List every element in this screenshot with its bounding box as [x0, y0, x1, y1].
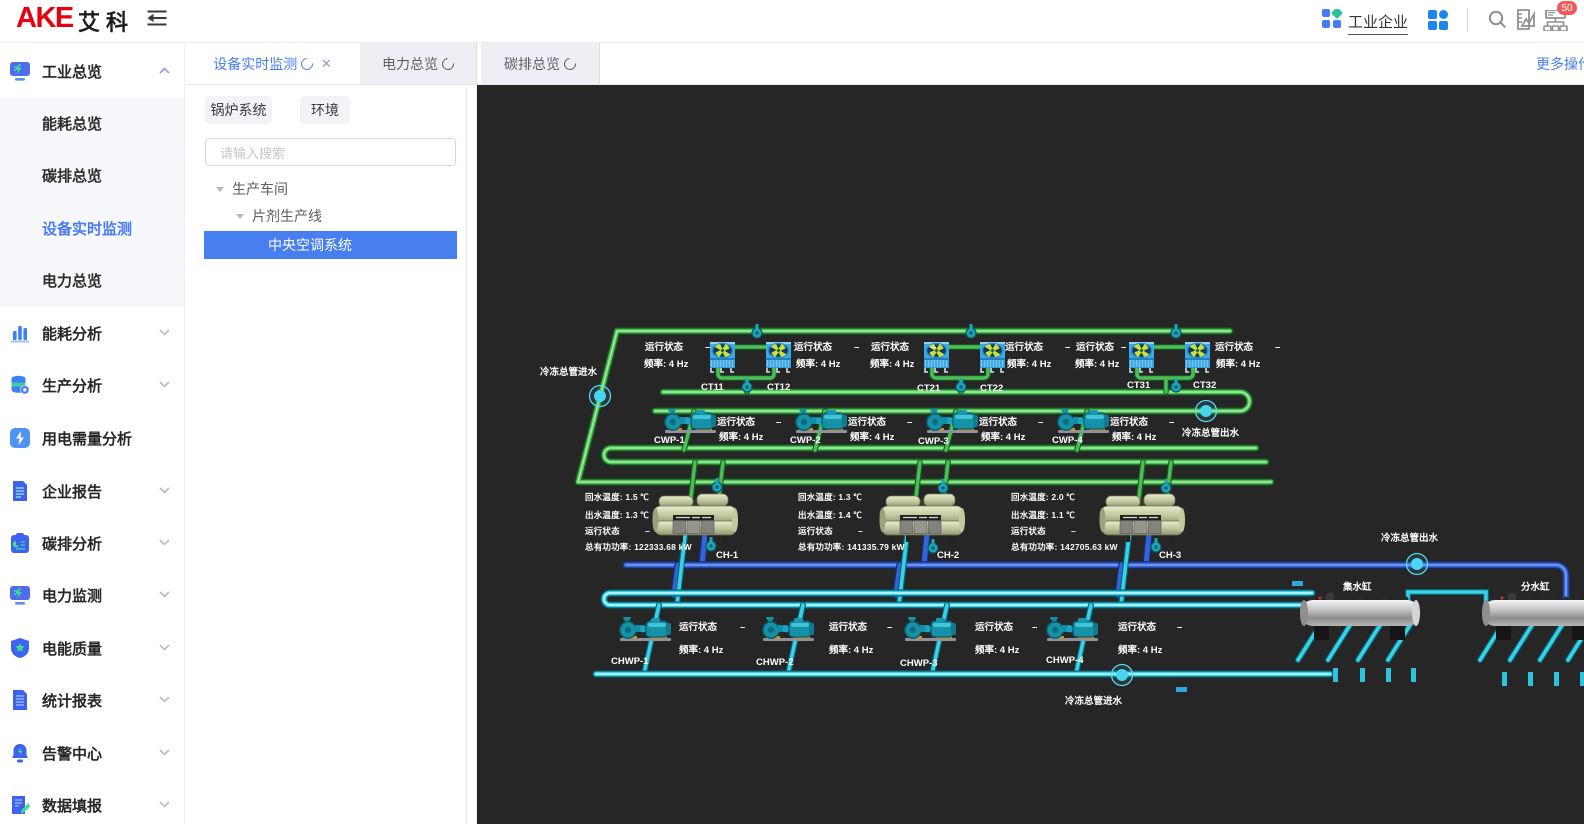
svg-text:运行状态: 运行状态 [1215, 341, 1254, 353]
svg-text:频率: 4 Hz: 频率: 4 Hz [1075, 358, 1120, 370]
svg-text:–: – [858, 526, 863, 536]
svg-text:冷冻总管进水: 冷冻总管进水 [1065, 695, 1123, 707]
svg-text:CHWP-2: CHWP-2 [756, 657, 793, 668]
svg-text:运行状态: 运行状态 [1011, 526, 1046, 536]
svg-text:频率: 4 Hz: 频率: 4 Hz [644, 358, 689, 370]
svg-text:运行状态: 运行状态 [1118, 621, 1157, 633]
svg-text:运行状态: 运行状态 [645, 341, 684, 353]
svg-text:–: – [907, 417, 912, 428]
svg-text:集水缸: 集水缸 [1342, 581, 1372, 593]
svg-text:运行状态: 运行状态 [1005, 341, 1044, 353]
svg-text:CH-3: CH-3 [1159, 550, 1181, 561]
svg-text:频率: 4 Hz: 频率: 4 Hz [719, 431, 764, 443]
svg-text:运行状态: 运行状态 [871, 341, 910, 353]
svg-text:回水温度: 1.3 ℃: 回水温度: 1.3 ℃ [798, 492, 862, 502]
svg-text:冷冻总管进水: 冷冻总管进水 [540, 366, 598, 378]
svg-text:频率: 4 Hz: 频率: 4 Hz [796, 358, 841, 370]
svg-text:CWP-2: CWP-2 [790, 435, 821, 446]
svg-text:–: – [1177, 622, 1182, 633]
svg-text:运行状态: 运行状态 [848, 416, 887, 428]
svg-text:CT12: CT12 [767, 382, 790, 393]
svg-text:运行状态: 运行状态 [1076, 341, 1115, 353]
svg-text:–: – [854, 342, 859, 353]
svg-text:冷冻总管出水: 冷冻总管出水 [1182, 427, 1240, 439]
svg-text:运行状态: 运行状态 [979, 416, 1018, 428]
svg-text:–: – [1065, 342, 1070, 353]
svg-text:CHWP-1: CHWP-1 [611, 656, 649, 667]
svg-text:回水温度: 2.0 ℃: 回水温度: 2.0 ℃ [1011, 492, 1075, 502]
svg-text:冷冻总管出水: 冷冻总管出水 [1381, 532, 1439, 544]
svg-text:出水温度: 1.3 ℃: 出水温度: 1.3 ℃ [585, 510, 649, 520]
svg-text:运行状态: 运行状态 [975, 621, 1014, 633]
svg-text:运行状态: 运行状态 [585, 526, 620, 536]
svg-text:运行状态: 运行状态 [1110, 416, 1149, 428]
svg-text:–: – [776, 417, 781, 428]
svg-text:频率: 4 Hz: 频率: 4 Hz [981, 431, 1026, 443]
svg-text:CT21: CT21 [917, 383, 941, 394]
svg-text:–: – [1121, 342, 1126, 353]
svg-text:CHWP-3: CHWP-3 [900, 658, 937, 669]
svg-text:–: – [1032, 622, 1037, 633]
svg-text:CT32: CT32 [1193, 380, 1216, 391]
svg-text:频率: 4 Hz: 频率: 4 Hz [1112, 431, 1157, 443]
svg-text:CWP-4: CWP-4 [1052, 435, 1083, 446]
svg-text:–: – [1038, 417, 1043, 428]
svg-text:–: – [705, 342, 710, 353]
svg-text:CH-2: CH-2 [937, 550, 959, 561]
svg-text:–: – [740, 622, 745, 633]
svg-text:CHWP-4: CHWP-4 [1046, 655, 1084, 666]
svg-text:运行状态: 运行状态 [798, 526, 833, 536]
svg-text:CWP-1: CWP-1 [654, 435, 685, 446]
svg-text:CH-1: CH-1 [716, 550, 739, 561]
svg-text:CWP-3: CWP-3 [918, 436, 949, 447]
svg-text:频率: 4 Hz: 频率: 4 Hz [829, 644, 874, 656]
svg-text:总有功功率: 122333.68 kW: 总有功功率: 122333.68 kW [585, 542, 693, 552]
svg-text:CT11: CT11 [701, 382, 724, 393]
svg-text:–: – [931, 342, 936, 353]
svg-text:CT22: CT22 [980, 383, 1003, 394]
svg-text:–: – [1275, 342, 1280, 353]
svg-text:频率: 4 Hz: 频率: 4 Hz [1216, 358, 1261, 370]
svg-text:频率: 4 Hz: 频率: 4 Hz [850, 431, 895, 443]
svg-text:–: – [887, 622, 892, 633]
svg-text:CT31: CT31 [1127, 380, 1151, 391]
svg-text:运行状态: 运行状态 [679, 621, 718, 633]
svg-text:频率: 4 Hz: 频率: 4 Hz [870, 358, 915, 370]
svg-text:运行状态: 运行状态 [794, 341, 833, 353]
svg-text:–: – [1169, 417, 1174, 428]
svg-text:频率: 4 Hz: 频率: 4 Hz [1007, 358, 1052, 370]
svg-text:频率: 4 Hz: 频率: 4 Hz [1118, 644, 1163, 656]
svg-text:频率: 4 Hz: 频率: 4 Hz [679, 644, 724, 656]
svg-text:总有功功率: 142705.63 kW: 总有功功率: 142705.63 kW [1011, 542, 1119, 552]
svg-text:频率: 4 Hz: 频率: 4 Hz [975, 644, 1020, 656]
svg-text:–: – [1071, 526, 1076, 536]
svg-text:分水缸: 分水缸 [1521, 581, 1550, 593]
svg-text:出水温度: 1.4 ℃: 出水温度: 1.4 ℃ [798, 510, 862, 520]
svg-text:总有功功率: 141335.79 kW: 总有功功率: 141335.79 kW [798, 542, 906, 552]
svg-text:回水温度: 1.5 ℃: 回水温度: 1.5 ℃ [585, 492, 649, 502]
svg-text:运行状态: 运行状态 [717, 416, 756, 428]
svg-text:运行状态: 运行状态 [829, 621, 868, 633]
svg-text:–: – [645, 526, 650, 536]
svg-text:出水温度: 1.1 ℃: 出水温度: 1.1 ℃ [1011, 510, 1075, 520]
